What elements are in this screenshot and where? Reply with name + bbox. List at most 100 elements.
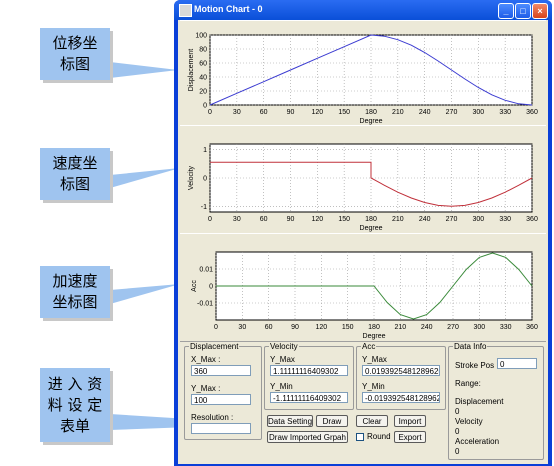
resolution-label: Resolution :: [191, 413, 234, 422]
x-tick-label: 300: [472, 216, 484, 223]
velocity-info-value: 0: [455, 427, 460, 436]
acc-chart: 0 30 60 90 120 150 180 210 240 270 300 330 360 -0.01 0…: [191, 251, 538, 340]
x-tick-label: 90: [287, 109, 295, 116]
y-axis-label: Displacement: [188, 49, 195, 91]
x-tick-label: 0: [208, 109, 212, 116]
x-axis-label: Degree: [360, 118, 383, 125]
x-axis-label: Degree: [360, 225, 383, 232]
x-tick-label: 120: [311, 109, 323, 116]
x-tick-label: 60: [265, 324, 273, 331]
x-tick-label: 210: [392, 216, 404, 223]
round-label: Round: [367, 432, 391, 441]
import-button[interactable]: Import: [394, 415, 426, 427]
y-tick-label: 0: [209, 284, 213, 291]
y-tick-label: 0: [203, 176, 207, 183]
x-tick-label: 270: [446, 109, 458, 116]
displacement-xmax-input[interactable]: 360: [191, 365, 251, 376]
x-tick-label: 150: [338, 109, 350, 116]
x-tick-label: 240: [419, 216, 431, 223]
x-tick-label: 0: [208, 216, 212, 223]
x-tick-label: 120: [315, 324, 327, 331]
displacement-chart-panel: 0 30 60 90 120 150 180 210 240 270 300 330 360 0 20 40 6…: [180, 20, 546, 126]
y-axis-label: Acc: [191, 280, 198, 292]
y-tick-label: 40: [199, 75, 207, 82]
range-label: Range:: [455, 379, 481, 388]
velocity-chart: 0 30 60 90 120 150 180 210 240 270 300 330 360-101De…: [188, 143, 538, 232]
export-button[interactable]: Export: [394, 431, 426, 443]
acc-group: Acc Y_Max 0.0193925481289625 Y_Min -0.01…: [356, 342, 446, 410]
y-tick-label: 0.01: [199, 267, 213, 274]
x-tick-label: 150: [342, 324, 354, 331]
x-tick-label: 120: [311, 216, 323, 223]
x-tick-label: 180: [368, 324, 380, 331]
xmax-label: X_Max :: [191, 355, 221, 364]
x-tick-label: 30: [233, 109, 241, 116]
displacement-chart: 0 30 60 90 120 150 180 210 240 270 300 330 360 0 20 40 6…: [188, 33, 538, 126]
x-tick-label: 210: [394, 324, 406, 331]
x-tick-label: 60: [260, 216, 268, 223]
acc-ymin-input[interactable]: -0.0193925481289625: [362, 392, 440, 403]
draw-imported-graph-button[interactable]: Draw Imported Grpah: [267, 431, 348, 443]
velocity-ymax-input[interactable]: 1.11111116409302: [270, 365, 348, 376]
y-tick-label: 60: [199, 61, 207, 68]
plot-area: [209, 34, 533, 106]
callout-displacement: 位移坐 标图: [40, 28, 110, 80]
y-tick-label: 100: [195, 33, 207, 40]
x-tick-label: 210: [392, 109, 404, 116]
velocity-ymin-input[interactable]: -1.11111116409302: [270, 392, 348, 403]
x-tick-label: 270: [447, 324, 459, 331]
window-title: Motion Chart - 0: [194, 4, 263, 14]
acc-ymax-input[interactable]: 0.0193925481289625: [362, 365, 440, 376]
displacement-info-value: 0: [455, 407, 460, 416]
stroke-pos-label: Stroke Pos :: [455, 361, 499, 370]
x-tick-label: 60: [260, 109, 268, 116]
x-tick-label: 330: [500, 324, 512, 331]
clear-button[interactable]: Clear: [356, 415, 388, 427]
x-tick-label: 300: [472, 109, 484, 116]
displacement-group-title: Displacement: [189, 342, 240, 351]
velocity-ymax-label: Y_Max: [270, 355, 295, 364]
y-tick-label: 80: [199, 47, 207, 54]
acc-chart-panel: 0 30 60 90 120 150 180 210 240 270 300 330 360 -0.01 0…: [180, 233, 546, 342]
callout-velocity: 速度坐 标图: [40, 148, 110, 200]
x-tick-label: 0: [214, 324, 218, 331]
x-tick-label: 240: [421, 324, 433, 331]
velocity-group-title: Velocity: [269, 342, 299, 351]
acceleration-info-label: Acceleration: [455, 437, 500, 446]
velocity-chart-panel: 0 30 60 90 120 150 180 210 240 270 300 330 360 -1 0 1 De…: [180, 125, 546, 234]
acc-ymin-label: Y_Min: [362, 382, 385, 391]
motion-chart-window: Motion Chart - 0 _ □ × 0 30 60 90 120 150 180 2…: [174, 0, 552, 466]
resolution-input[interactable]: [191, 423, 251, 434]
displacement-group: Displacement X_Max : 360 Y_Max : 100 Res…: [184, 342, 262, 440]
x-tick-label: 360: [526, 109, 538, 116]
x-tick-label: 30: [233, 216, 241, 223]
title-bar[interactable]: Motion Chart - 0 _ □ ×: [174, 0, 552, 20]
data-info-group: Data Info Stroke Pos : 0 Range: Displace…: [448, 342, 544, 460]
displacement-ymax-input[interactable]: 100: [191, 394, 251, 405]
x-tick-label: 360: [526, 216, 538, 223]
minimize-button[interactable]: _: [498, 3, 514, 19]
velocity-ymin-label: Y_Min: [270, 382, 293, 391]
acc-ymax-label: Y_Max: [362, 355, 387, 364]
acc-group-title: Acc: [361, 342, 377, 351]
callout-data-setting: 进 入 资 料 设 定 表单: [40, 368, 110, 442]
client-area: 0 30 60 90 120 150 180 210 240 270 300 330 360 0 20 40 6…: [178, 20, 548, 464]
settings-form: Displacement X_Max : 360 Y_Max : 100 Res…: [178, 340, 548, 464]
stroke-pos-input[interactable]: 0: [497, 358, 537, 369]
y-tick-label: 20: [199, 89, 207, 96]
x-tick-label: 360: [526, 324, 538, 331]
x-tick-label: 300: [473, 324, 485, 331]
x-tick-label: 240: [419, 109, 431, 116]
x-tick-label: 90: [291, 324, 299, 331]
y-tick-label: -1: [201, 204, 207, 211]
x-tick-label: 270: [446, 216, 458, 223]
draw-button[interactable]: Draw: [316, 415, 348, 427]
round-checkbox[interactable]: [356, 433, 364, 441]
x-tick-label: 30: [238, 324, 246, 331]
maximize-button[interactable]: □: [515, 3, 531, 19]
x-tick-label: 180: [365, 109, 377, 116]
displacement-info-label: Displacement: [455, 397, 504, 406]
close-button[interactable]: ×: [532, 3, 548, 19]
data-setting-button[interactable]: Data Setting: [267, 415, 313, 427]
ymax-label: Y_Max :: [191, 384, 221, 393]
